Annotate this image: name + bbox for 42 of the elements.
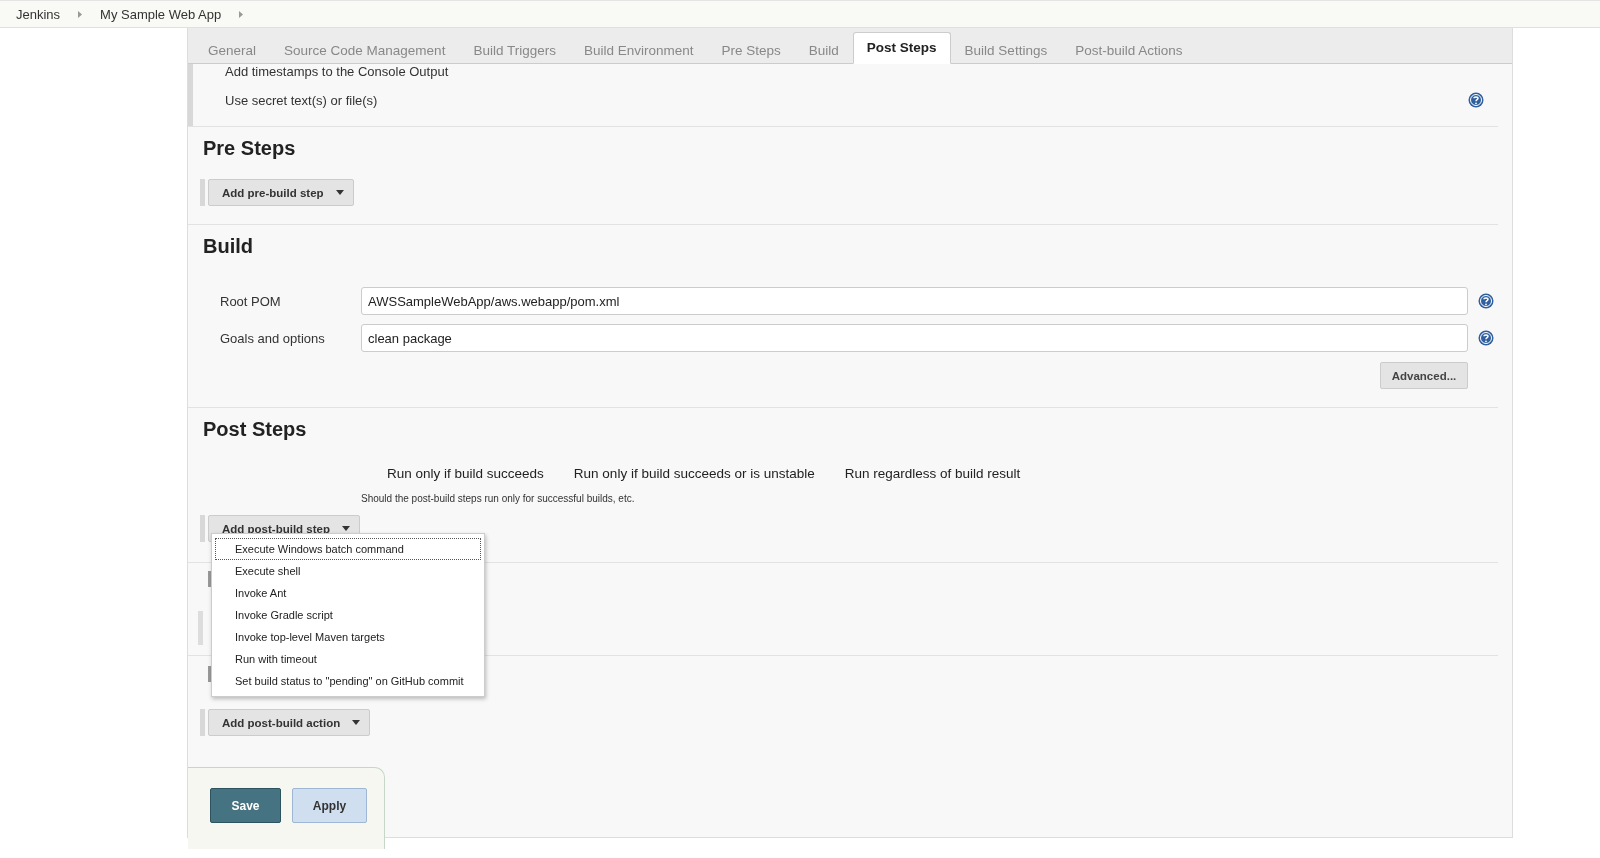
menu-item[interactable]: Invoke Gradle script <box>215 604 481 626</box>
advanced-button[interactable]: Advanced... <box>1380 362 1468 389</box>
section-bar <box>200 179 205 206</box>
caret-icon <box>341 526 350 531</box>
caret-icon <box>352 720 361 725</box>
menu-item[interactable]: Invoke top-level Maven targets <box>215 626 481 648</box>
breadcrumb-link[interactable]: Jenkins <box>16 6 61 22</box>
section-bar <box>208 666 211 682</box>
menu-item[interactable]: Run with timeout <box>215 648 481 670</box>
caret-icon <box>335 190 344 195</box>
breadcrumb-link[interactable]: My Sample Web App <box>100 6 222 22</box>
help-text: Should the post-build steps run only for successful builds, etc. <box>361 493 636 504</box>
menu-item[interactable]: Execute shell <box>215 560 481 582</box>
section-bar <box>208 571 211 587</box>
radio-option[interactable]: Run only if build succeeds or is unstable <box>573 466 815 481</box>
chevron-icon <box>239 10 244 18</box>
text-field[interactable]: AWSSampleWebApp/aws.webapp/pom.xml <box>361 287 1468 315</box>
tab[interactable]: Post Steps <box>852 32 951 64</box>
field-label: Goals and options <box>219 330 326 346</box>
menu-item[interactable]: Invoke Ant <box>215 582 481 604</box>
radio-option[interactable]: Run only if build succeeds <box>387 466 544 481</box>
menu-item[interactable]: Execute Windows batch command <box>215 538 481 560</box>
help-icon[interactable] <box>1478 293 1494 309</box>
dropdown-button[interactable]: Add pre-build step <box>208 179 354 206</box>
section-bar <box>200 515 205 542</box>
section-heading: Pre Steps <box>203 136 297 161</box>
section-bar <box>200 709 205 736</box>
section-heading: Post Steps <box>203 417 308 442</box>
help-icon[interactable] <box>1478 330 1494 346</box>
option-label: Add timestamps to the Console Output <box>225 66 449 78</box>
help-icon[interactable] <box>1468 92 1484 108</box>
text-field[interactable]: clean package <box>361 324 1468 352</box>
chevron-icon <box>78 10 83 18</box>
save-button[interactable]: Save <box>210 788 281 823</box>
radio-option[interactable]: Run regardless of build result <box>844 466 1021 481</box>
field-label: Root POM <box>219 293 282 309</box>
dropdown-button[interactable]: Add post-build action <box>208 709 371 736</box>
section-bar <box>198 611 203 645</box>
section-heading: Build <box>203 234 254 259</box>
menu-item[interactable]: Set build status to "pending" on GitHub commit <box>215 670 481 692</box>
option-label: Use secret text(s) or file(s) <box>225 92 378 108</box>
apply-button[interactable]: Apply <box>292 788 367 823</box>
